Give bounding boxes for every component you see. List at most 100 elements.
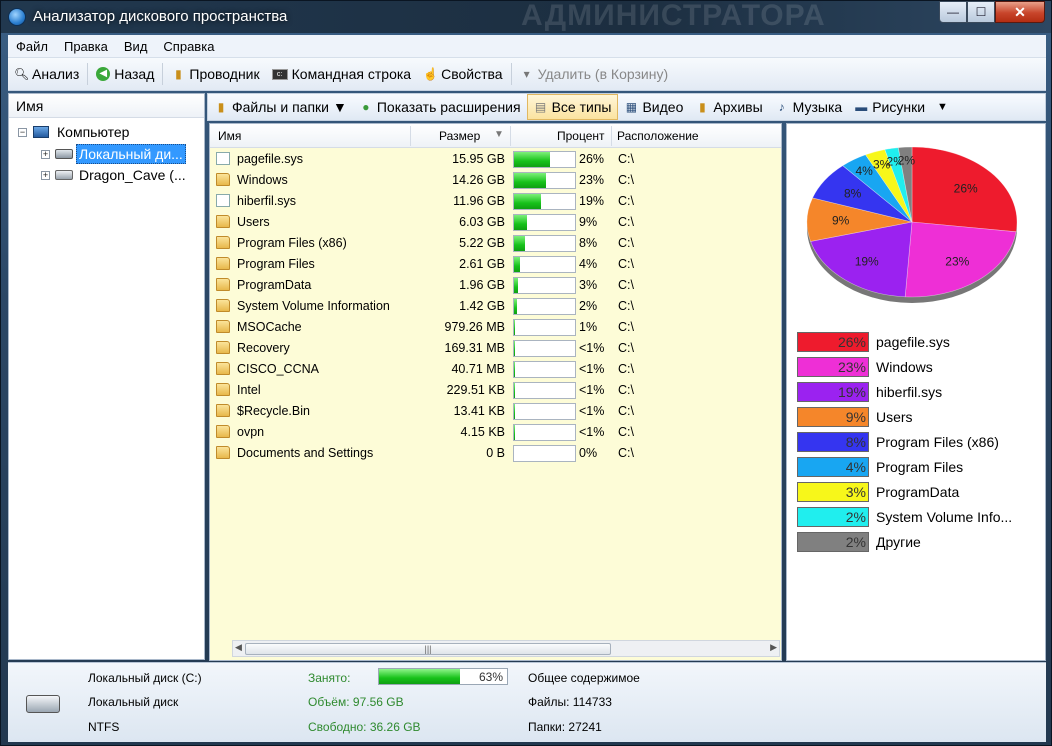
col-name[interactable]: Имя (218, 129, 241, 143)
table-row[interactable]: Program Files 2.61 GB 4% C:\ (210, 254, 781, 275)
table-row[interactable]: $Recycle.Bin 13.41 KB <1% C:\ (210, 401, 781, 422)
music-tab[interactable]: ♪ Музыка (769, 94, 849, 120)
scroll-right-icon[interactable]: ▶ (770, 642, 777, 653)
properties-label: Свойства (441, 66, 503, 82)
horizontal-scrollbar[interactable]: ◀ ||| ▶ (232, 640, 780, 657)
explorer-button[interactable]: ▮ Проводник (165, 58, 265, 90)
analyze-button[interactable]: 🔍︎ Анализ (8, 58, 85, 90)
row-name: Recovery (237, 341, 290, 355)
row-size: 4.15 KB (460, 425, 505, 439)
row-size: 14.26 GB (452, 173, 505, 187)
tree-local-disk-label: Локальный ди... (76, 144, 186, 164)
menu-help[interactable]: Справка (155, 39, 222, 54)
legend-label: pagefile.sys (876, 334, 950, 350)
pictures-tab[interactable]: ▬ Рисунки (848, 94, 931, 120)
table-row[interactable]: Program Files (x86) 5.22 GB 8% C:\ (210, 233, 781, 254)
table-row[interactable]: ProgramData 1.96 GB 3% C:\ (210, 275, 781, 296)
table-row[interactable]: ovpn 4.15 KB <1% C:\ (210, 422, 781, 443)
delete-button[interactable]: ▾ Удалить (в Корзину) (514, 58, 675, 90)
row-percent: <1% (579, 362, 605, 376)
legend-swatch: 2% (797, 507, 869, 527)
col-location[interactable]: Расположение (617, 129, 699, 143)
collapse-icon[interactable]: − (18, 127, 27, 137)
row-location: C:\ (618, 278, 634, 292)
file-icon (216, 152, 230, 165)
back-button[interactable]: ◀ Назад (90, 58, 160, 90)
picture-icon: ▬ (855, 100, 868, 114)
drive-icon (55, 149, 73, 159)
video-tab[interactable]: ▦ Видео (618, 94, 689, 120)
more-filters-button[interactable]: ▼ (931, 94, 954, 120)
table-row[interactable]: System Volume Information 1.42 GB 2% C:\ (210, 296, 781, 317)
film-icon: ▦ (625, 100, 638, 114)
computer-icon (33, 126, 49, 138)
window-title: Анализатор дискового пространства (33, 8, 288, 25)
legend-entry: 2% System Volume Info... (797, 507, 1042, 527)
row-percent-bar (513, 193, 576, 210)
table-row[interactable]: pagefile.sys 15.95 GB 26% C:\ (210, 149, 781, 170)
pie-slice-label: 23% (945, 254, 969, 268)
files-folders-button[interactable]: ▮ Файлы и папки ▼ (208, 94, 353, 120)
close-button[interactable]: ✕ (995, 1, 1045, 23)
used-progress: 63% (378, 668, 508, 685)
show-extensions-button[interactable]: ● Показать расширения (353, 94, 527, 120)
table-row[interactable]: Users 6.03 GB 9% C:\ (210, 212, 781, 233)
archives-tab[interactable]: ▮ Архивы (689, 94, 768, 120)
files-folders-label: Файлы и папки (232, 99, 329, 115)
title-bar[interactable]: Анализатор дискового пространства АДМИНИ… (1, 0, 1051, 33)
maximize-button[interactable]: ☐ (967, 1, 995, 23)
background-watermark: АДМИНИСТРАТОРА (521, 0, 826, 32)
table-row[interactable]: Documents and Settings 0 B 0% C:\ (210, 443, 781, 464)
pie-chart: 26%23%19%9%8%4% 3%2%2% (806, 146, 1018, 303)
table-row[interactable]: MSOCache 979.26 MB 1% C:\ (210, 317, 781, 338)
table-row[interactable]: Recovery 169.31 MB <1% C:\ (210, 338, 781, 359)
row-name: $Recycle.Bin (237, 404, 310, 418)
menu-edit[interactable]: Правка (56, 39, 116, 54)
expand-icon[interactable]: + (41, 170, 50, 180)
row-percent-bar (513, 151, 576, 168)
used-percent: 63% (478, 670, 503, 684)
row-location: C:\ (618, 299, 634, 313)
menu-file[interactable]: Файл (8, 39, 56, 54)
tree-item-dragon-cave[interactable]: + Dragon_Cave (... (41, 167, 186, 183)
row-location: C:\ (618, 320, 634, 334)
folder-icon (216, 404, 230, 417)
magnifier-icon: 🔍︎ (14, 67, 30, 81)
table-row[interactable]: Windows 14.26 GB 23% C:\ (210, 170, 781, 191)
row-percent: <1% (579, 425, 605, 439)
cmd-button[interactable]: c: Командная строка (266, 58, 417, 90)
row-location: C:\ (618, 173, 634, 187)
row-location: C:\ (618, 425, 634, 439)
tree-item-computer[interactable]: − Компьютер (18, 124, 129, 140)
row-size: 13.41 KB (453, 404, 505, 418)
archive-icon: ▮ (699, 100, 706, 114)
scroll-left-icon[interactable]: ◀ (235, 642, 242, 653)
col-size[interactable]: Размер (439, 129, 480, 143)
row-name: Program Files (237, 257, 315, 271)
row-percent-bar (513, 361, 576, 378)
legend-label: Program Files (x86) (876, 434, 999, 450)
table-row[interactable]: CISCO_CCNA 40.71 MB <1% C:\ (210, 359, 781, 380)
table-row[interactable]: hiberfil.sys 11.96 GB 19% C:\ (210, 191, 781, 212)
menu-view[interactable]: Вид (116, 39, 156, 54)
scrollbar-thumb[interactable]: ||| (245, 643, 611, 655)
tree-dragon-cave-label: Dragon_Cave (... (79, 167, 186, 183)
tree-header[interactable]: Имя (9, 94, 204, 118)
legend-entry: 9% Users (797, 407, 1042, 427)
all-types-tab[interactable]: ▤ Все типы (526, 94, 619, 120)
legend-entry: 26% pagefile.sys (797, 332, 1042, 352)
col-percent[interactable]: Процент (557, 129, 605, 143)
properties-button[interactable]: ☝ Свойства (417, 58, 508, 90)
tree-item-local-disk[interactable]: + Локальный ди... (41, 144, 186, 164)
sort-desc-icon: ▼ (494, 129, 504, 140)
minimize-button[interactable]: — (939, 1, 967, 23)
folder-tree-pane: Имя − Компьютер + Локальный ди... + Drag… (8, 93, 205, 660)
table-row[interactable]: Intel 229.51 KB <1% C:\ (210, 380, 781, 401)
all-types-label: Все типы (551, 99, 612, 115)
expand-icon[interactable]: + (41, 149, 50, 159)
row-percent-bar (513, 256, 576, 273)
row-size: 6.03 GB (459, 215, 505, 229)
document-icon: ▤ (534, 100, 547, 114)
row-name: Users (237, 215, 270, 229)
row-location: C:\ (618, 362, 634, 376)
